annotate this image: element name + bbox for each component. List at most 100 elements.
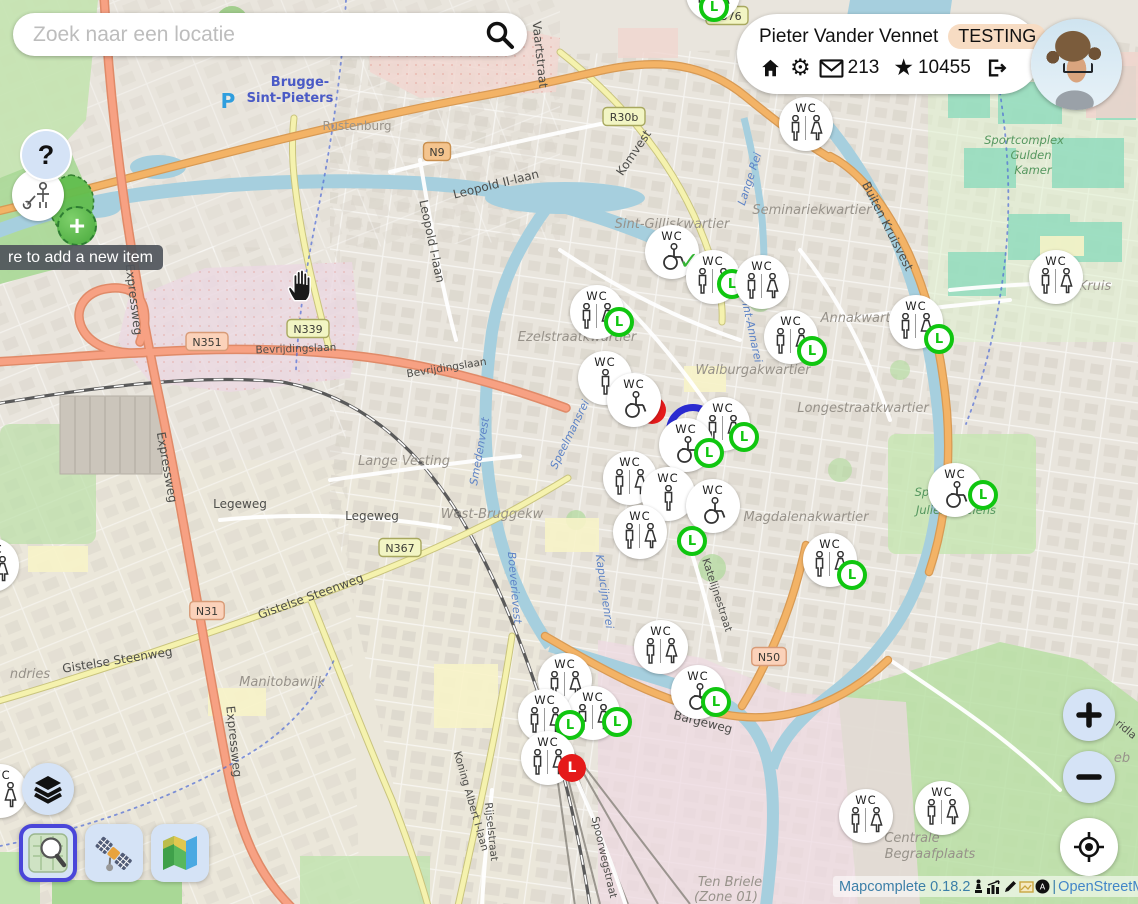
- toilet-pictogram: [531, 749, 566, 776]
- svg-text:N9: N9: [429, 146, 444, 159]
- geolocate-button[interactable]: [1060, 818, 1118, 876]
- toilet-marker-mf[interactable]: WC: [839, 789, 893, 843]
- road-badge: N339: [287, 320, 329, 338]
- question-mark: ?: [38, 140, 55, 171]
- map-label: Kamer: [1014, 163, 1052, 177]
- road-badge: N351: [186, 333, 228, 351]
- toilet-marker-mf[interactable]: WC: [634, 620, 688, 674]
- marker-label: WC: [657, 472, 678, 484]
- app-version-link[interactable]: Mapcomplete 0.18.2: [839, 879, 970, 895]
- image-icon[interactable]: [1019, 880, 1034, 894]
- marker-label: WC: [751, 260, 772, 272]
- marker-label: WC: [0, 543, 3, 555]
- map-label: eb: [1114, 751, 1130, 766]
- toilet-marker-mf[interactable]: WCL: [566, 686, 620, 740]
- marker-label: WC: [702, 255, 723, 267]
- toilet-marker-mf[interactable]: WC: [915, 781, 969, 835]
- basemap-folded-map-button[interactable]: [151, 824, 209, 882]
- toilet-pictogram: [662, 485, 675, 512]
- marker-label: WC: [1045, 255, 1066, 267]
- toilet-marker-mf[interactable]: WC: [779, 97, 833, 151]
- map-label: Walburgakwartier: [695, 363, 812, 378]
- svg-text:N351: N351: [192, 336, 221, 349]
- marker-label: WC: [650, 625, 671, 637]
- settings-gear-icon[interactable]: ⚙: [790, 57, 811, 79]
- osm-carto-logo-icon: [27, 832, 69, 874]
- marker-label: WC: [905, 300, 926, 312]
- toilet-marker-wheel[interactable]: WC: [607, 373, 661, 427]
- messages-count: 213: [848, 57, 880, 79]
- toilet-pictogram: [696, 268, 731, 295]
- marker-label: WC: [780, 315, 801, 327]
- layers-stack-icon: [33, 775, 63, 804]
- toilet-marker-mf[interactable]: WCL: [889, 295, 943, 349]
- map-label: Legeweg: [213, 497, 267, 511]
- toilet-marker-mf[interactable]: WCL: [686, 250, 740, 304]
- toilet-pictogram: [745, 273, 780, 300]
- toilet-marker-mf[interactable]: WCL: [570, 285, 624, 339]
- map-label: Ezelstraatkwartier: [518, 330, 638, 345]
- marker-label: WC: [675, 423, 696, 435]
- map-label: Ten Briele: [698, 875, 762, 890]
- help-button[interactable]: ?: [22, 131, 70, 179]
- basemap-satellite-button[interactable]: [85, 824, 143, 882]
- toilet-marker-mf[interactable]: WC: [1029, 250, 1083, 304]
- location-search-bar[interactable]: [13, 13, 527, 56]
- road-badge: N50: [752, 648, 787, 666]
- search-icon[interactable]: [485, 20, 515, 50]
- toilet-pictogram: [849, 807, 884, 834]
- mapcomplete-app: Brugge-Sint-PietersPRustenburgVaartstraa…: [0, 0, 1138, 904]
- toilet-pictogram: [813, 551, 848, 578]
- svg-text:N31: N31: [196, 605, 218, 618]
- toilet-pictogram: [925, 799, 960, 826]
- chart-icon[interactable]: [986, 880, 1002, 894]
- map-label: Rustenburg: [323, 119, 392, 133]
- svg-text:R30b: R30b: [610, 111, 639, 124]
- svg-text:N339: N339: [293, 323, 322, 336]
- svg-text:A: A: [1040, 883, 1046, 892]
- toilet-marker-mf[interactable]: WC: [613, 505, 667, 559]
- marker-label: WC: [944, 468, 965, 480]
- toilet-marker-mf[interactable]: WCL: [803, 533, 857, 587]
- road-badge: N367: [379, 539, 421, 557]
- theme-wrench-icon: [21, 178, 55, 212]
- map-label: Centrale: [884, 831, 939, 846]
- avatar[interactable]: [1031, 19, 1122, 110]
- toilet-marker-wheel[interactable]: WCL: [671, 665, 725, 719]
- testing-badge: TESTING: [948, 24, 1046, 49]
- logout-icon[interactable]: [985, 57, 1008, 79]
- zoom-out-button[interactable]: [1063, 751, 1115, 803]
- messages-envelope-icon[interactable]: [819, 59, 844, 78]
- statue-icon[interactable]: [972, 879, 985, 894]
- marker-label: WC: [534, 694, 555, 706]
- toilet-marker-wheel[interactable]: WCL: [659, 418, 713, 472]
- toilet-marker-mf[interactable]: WCL: [521, 731, 575, 785]
- pencil-icon[interactable]: [1003, 879, 1018, 894]
- add-item-tooltip: re to add a new item: [0, 245, 163, 270]
- zoom-in-button[interactable]: [1063, 689, 1115, 741]
- osm-mini-logo-icon[interactable]: A: [1035, 879, 1050, 894]
- toilet-marker-wheel[interactable]: WC: [686, 479, 740, 533]
- toilet-marker-wheel[interactable]: WCL: [928, 463, 982, 517]
- toilet-pictogram: [644, 638, 679, 665]
- map-label: Magdalenakwartier: [744, 510, 871, 525]
- toilet-pictogram: [619, 391, 649, 419]
- toilet-marker-mf[interactable]: WC: [735, 255, 789, 309]
- add-new-item-button[interactable]: +: [57, 206, 97, 246]
- toilet-pictogram: [0, 556, 10, 583]
- toilet-pictogram: [698, 497, 728, 525]
- basemap-osm-carto-button[interactable]: [19, 824, 77, 882]
- marker-label: WC: [623, 378, 644, 390]
- search-input[interactable]: [31, 22, 485, 48]
- map-label: Legeweg: [345, 509, 399, 523]
- star-icon: ★: [893, 57, 914, 79]
- changesets-count: 10455: [918, 57, 971, 79]
- crosshair-target-icon: [1072, 830, 1106, 864]
- marker-label: WC: [931, 786, 952, 798]
- toilet-marker-mf[interactable]: WCL: [764, 310, 818, 364]
- openstreetmap-link[interactable]: OpenStreetMap: [1058, 879, 1138, 895]
- map-label: Manitobawijk: [239, 675, 325, 690]
- svg-text:N50: N50: [758, 651, 780, 664]
- home-icon[interactable]: [759, 57, 782, 79]
- layers-button[interactable]: [22, 763, 74, 815]
